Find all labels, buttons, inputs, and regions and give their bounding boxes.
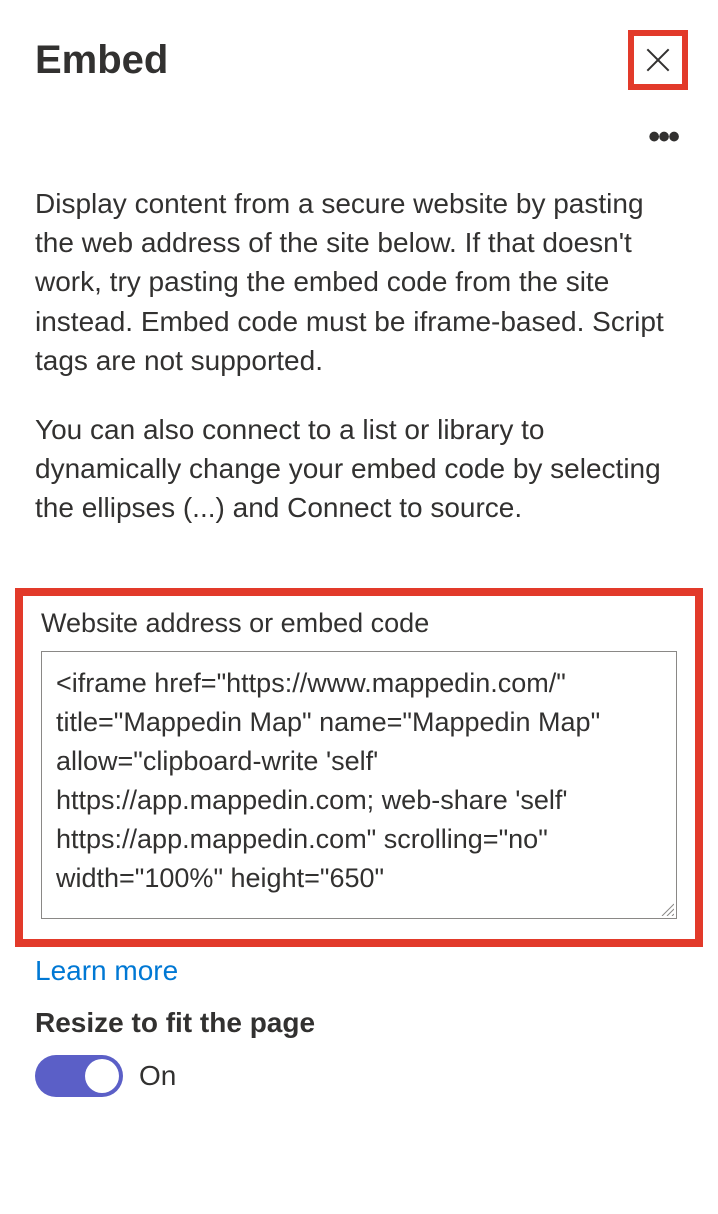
description-text-1: Display content from a secure website by… xyxy=(0,184,718,380)
toggle-thumb xyxy=(85,1059,119,1093)
embed-code-section: Website address or embed code xyxy=(15,588,703,947)
embed-code-label: Website address or embed code xyxy=(41,608,677,639)
more-options-button[interactable]: ••• xyxy=(648,120,678,154)
description-text-2: You can also connect to a list or librar… xyxy=(0,410,718,528)
learn-more-link[interactable]: Learn more xyxy=(35,955,178,986)
resize-toggle[interactable] xyxy=(35,1055,123,1097)
embed-code-wrapper xyxy=(41,651,677,919)
resize-toggle-label: Resize to fit the page xyxy=(35,1007,683,1039)
embed-code-input[interactable] xyxy=(42,652,676,918)
toggle-state-label: On xyxy=(139,1060,176,1092)
panel-title: Embed xyxy=(35,38,168,83)
close-icon xyxy=(642,44,674,76)
close-button[interactable] xyxy=(628,30,688,90)
